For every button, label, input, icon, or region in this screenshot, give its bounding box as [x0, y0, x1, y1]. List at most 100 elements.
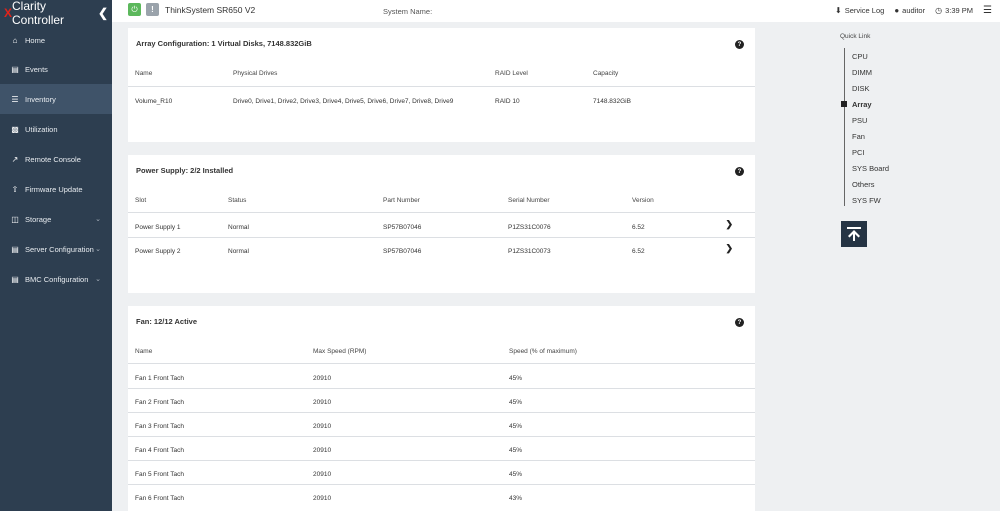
- table-cell: Power Supply 1: [135, 224, 181, 231]
- column-header: Name: [135, 70, 153, 77]
- quick-link-psu[interactable]: PSU: [852, 112, 889, 128]
- column-header: Max Speed (RPM): [313, 348, 367, 355]
- quick-link-sys-board[interactable]: SYS Board: [852, 161, 889, 177]
- menu-icon[interactable]: ☰: [983, 5, 992, 16]
- collapse-sidebar-icon[interactable]: ❮: [98, 6, 108, 20]
- help-icon[interactable]: ?: [735, 318, 744, 327]
- column-header: RAID Level: [495, 70, 528, 77]
- service-log-label: Service Log: [844, 6, 885, 15]
- table-cell: Fan 2 Front Tach: [135, 399, 185, 406]
- power-supply-card: Power Supply: 2/2 Installed ? Slot Statu…: [128, 155, 755, 293]
- back-to-top-button[interactable]: [841, 221, 867, 247]
- table-cell: 20910: [313, 399, 332, 406]
- sidebar-item-label: Events: [25, 64, 48, 74]
- help-icon[interactable]: ?: [735, 167, 744, 176]
- chevron-down-icon: ⌄: [95, 246, 101, 253]
- sidebar-item-home[interactable]: ⌂ Home: [0, 26, 112, 54]
- table-cell: 6.52: [632, 224, 645, 231]
- column-header: Status: [228, 197, 247, 204]
- table-cell: 20910: [313, 375, 332, 382]
- quick-link-others[interactable]: Others: [852, 177, 889, 193]
- table-cell: 20910: [313, 471, 332, 478]
- user-menu[interactable]: ● auditor: [894, 6, 925, 15]
- help-icon[interactable]: ?: [735, 40, 744, 49]
- system-name-label: System Name:: [383, 7, 433, 16]
- divider: [128, 363, 755, 364]
- divider: [128, 484, 755, 485]
- sidebar-item-label: Firmware Update: [25, 184, 83, 194]
- table-cell: Fan 3 Front Tach: [135, 423, 185, 430]
- sidebar-item-label: Home: [25, 35, 46, 45]
- chevron-right-icon[interactable]: ❯: [725, 219, 733, 230]
- chevron-down-icon: ⌄: [95, 276, 101, 283]
- quick-link-track: [844, 48, 845, 206]
- bar-chart-icon: ▩: [11, 124, 19, 134]
- divider: [128, 412, 755, 413]
- sidebar-nav: ⌂ Home ▤ Events ☰ Inventory ▩ Utilizatio…: [0, 26, 112, 294]
- table-cell: Fan 5 Front Tach: [135, 471, 185, 478]
- divider: [128, 86, 755, 87]
- table-cell: RAID 10: [495, 98, 520, 105]
- divider: [128, 460, 755, 461]
- clock-time: 3:39 PM: [945, 6, 974, 15]
- column-header: Serial Number: [508, 197, 550, 204]
- sidebar-item-remote-console[interactable]: ↗ Remote Console: [0, 144, 112, 174]
- brand-x: X: [4, 6, 13, 20]
- arrow-up-icon: [847, 227, 861, 241]
- table-cell: 20910: [313, 423, 332, 430]
- table-cell: Fan 1 Front Tach: [135, 375, 185, 382]
- power-title: Power Supply: 2/2 Installed: [136, 166, 234, 175]
- external-link-icon: ↗: [11, 154, 19, 164]
- brand-name: Clarity Controller: [12, 0, 65, 27]
- column-header: Physical Drives: [233, 70, 278, 77]
- sidebar-item-utilization[interactable]: ▩ Utilization: [0, 114, 112, 144]
- upload-icon: ⇧: [11, 184, 19, 194]
- column-header: Version: [632, 197, 654, 204]
- table-cell: 6.52: [632, 248, 645, 255]
- sidebar-item-label: Storage: [25, 214, 52, 224]
- sidebar-item-label: Utilization: [25, 124, 58, 134]
- table-cell: Fan 4 Front Tach: [135, 447, 185, 454]
- service-log-button[interactable]: ⬇ Service Log: [835, 6, 884, 15]
- quick-link-dimm[interactable]: DIMM: [852, 64, 889, 80]
- column-header: Slot: [135, 197, 147, 204]
- table-cell: 20910: [313, 447, 332, 454]
- quick-link-sys-fw[interactable]: SYS FW: [852, 193, 889, 209]
- array-configuration-card: Array Configuration: 1 Virtual Disks, 71…: [128, 28, 755, 142]
- quick-link-cpu[interactable]: CPU: [852, 48, 889, 64]
- sidebar-item-events[interactable]: ▤ Events: [0, 54, 112, 84]
- top-bar: ⏻ ! ThinkSystem SR650 V2 System Name: ⬇ …: [112, 0, 1000, 22]
- column-header: Name: [135, 348, 153, 355]
- sidebar-item-firmware-update[interactable]: ⇧ Firmware Update: [0, 174, 112, 204]
- alert-icon[interactable]: !: [146, 3, 159, 16]
- table-cell: Normal: [228, 248, 249, 255]
- power-icon[interactable]: ⏻: [128, 3, 141, 16]
- events-icon: ▤: [11, 64, 19, 74]
- home-icon: ⌂: [12, 35, 18, 45]
- quick-link-title: Quick Link: [840, 33, 871, 40]
- quick-link-pci[interactable]: PCI: [852, 145, 889, 161]
- chevron-right-icon[interactable]: ❯: [725, 243, 733, 254]
- table-cell: 45%: [509, 471, 523, 478]
- table-cell: 45%: [509, 423, 523, 430]
- sidebar-item-server-configuration[interactable]: ▤ Server Configuration ⌄: [0, 234, 112, 264]
- fan-card: Fan: 12/12 Active ? Name Max Speed (RPM)…: [128, 306, 755, 511]
- array-title: Array Configuration: 1 Virtual Disks, 71…: [136, 39, 312, 48]
- sidebar-item-inventory[interactable]: ☰ Inventory: [0, 84, 112, 114]
- table-cell: Normal: [228, 224, 249, 231]
- quick-link-fan[interactable]: Fan: [852, 128, 889, 144]
- sidebar-item-bmc-configuration[interactable]: ▤ BMC Configuration ⌄: [0, 264, 112, 294]
- table-cell: 43%: [509, 495, 523, 502]
- table-cell: 45%: [509, 447, 523, 454]
- list-icon: ☰: [11, 94, 19, 104]
- table-cell: 45%: [509, 375, 523, 382]
- quick-link-disk[interactable]: DISK: [852, 80, 889, 96]
- table-cell: Fan 6 Front Tach: [135, 495, 185, 502]
- quick-link-array[interactable]: Array: [841, 96, 889, 112]
- brand-logo: X Clarity Controller ❮: [0, 0, 112, 27]
- quick-link-label: Array: [852, 99, 872, 109]
- sidebar-item-storage[interactable]: ◫ Storage ⌄: [0, 204, 112, 234]
- table-cell: Power Supply 2: [135, 248, 181, 255]
- server-model: ThinkSystem SR650 V2: [165, 5, 256, 15]
- table-cell: SP57B07046: [383, 248, 422, 255]
